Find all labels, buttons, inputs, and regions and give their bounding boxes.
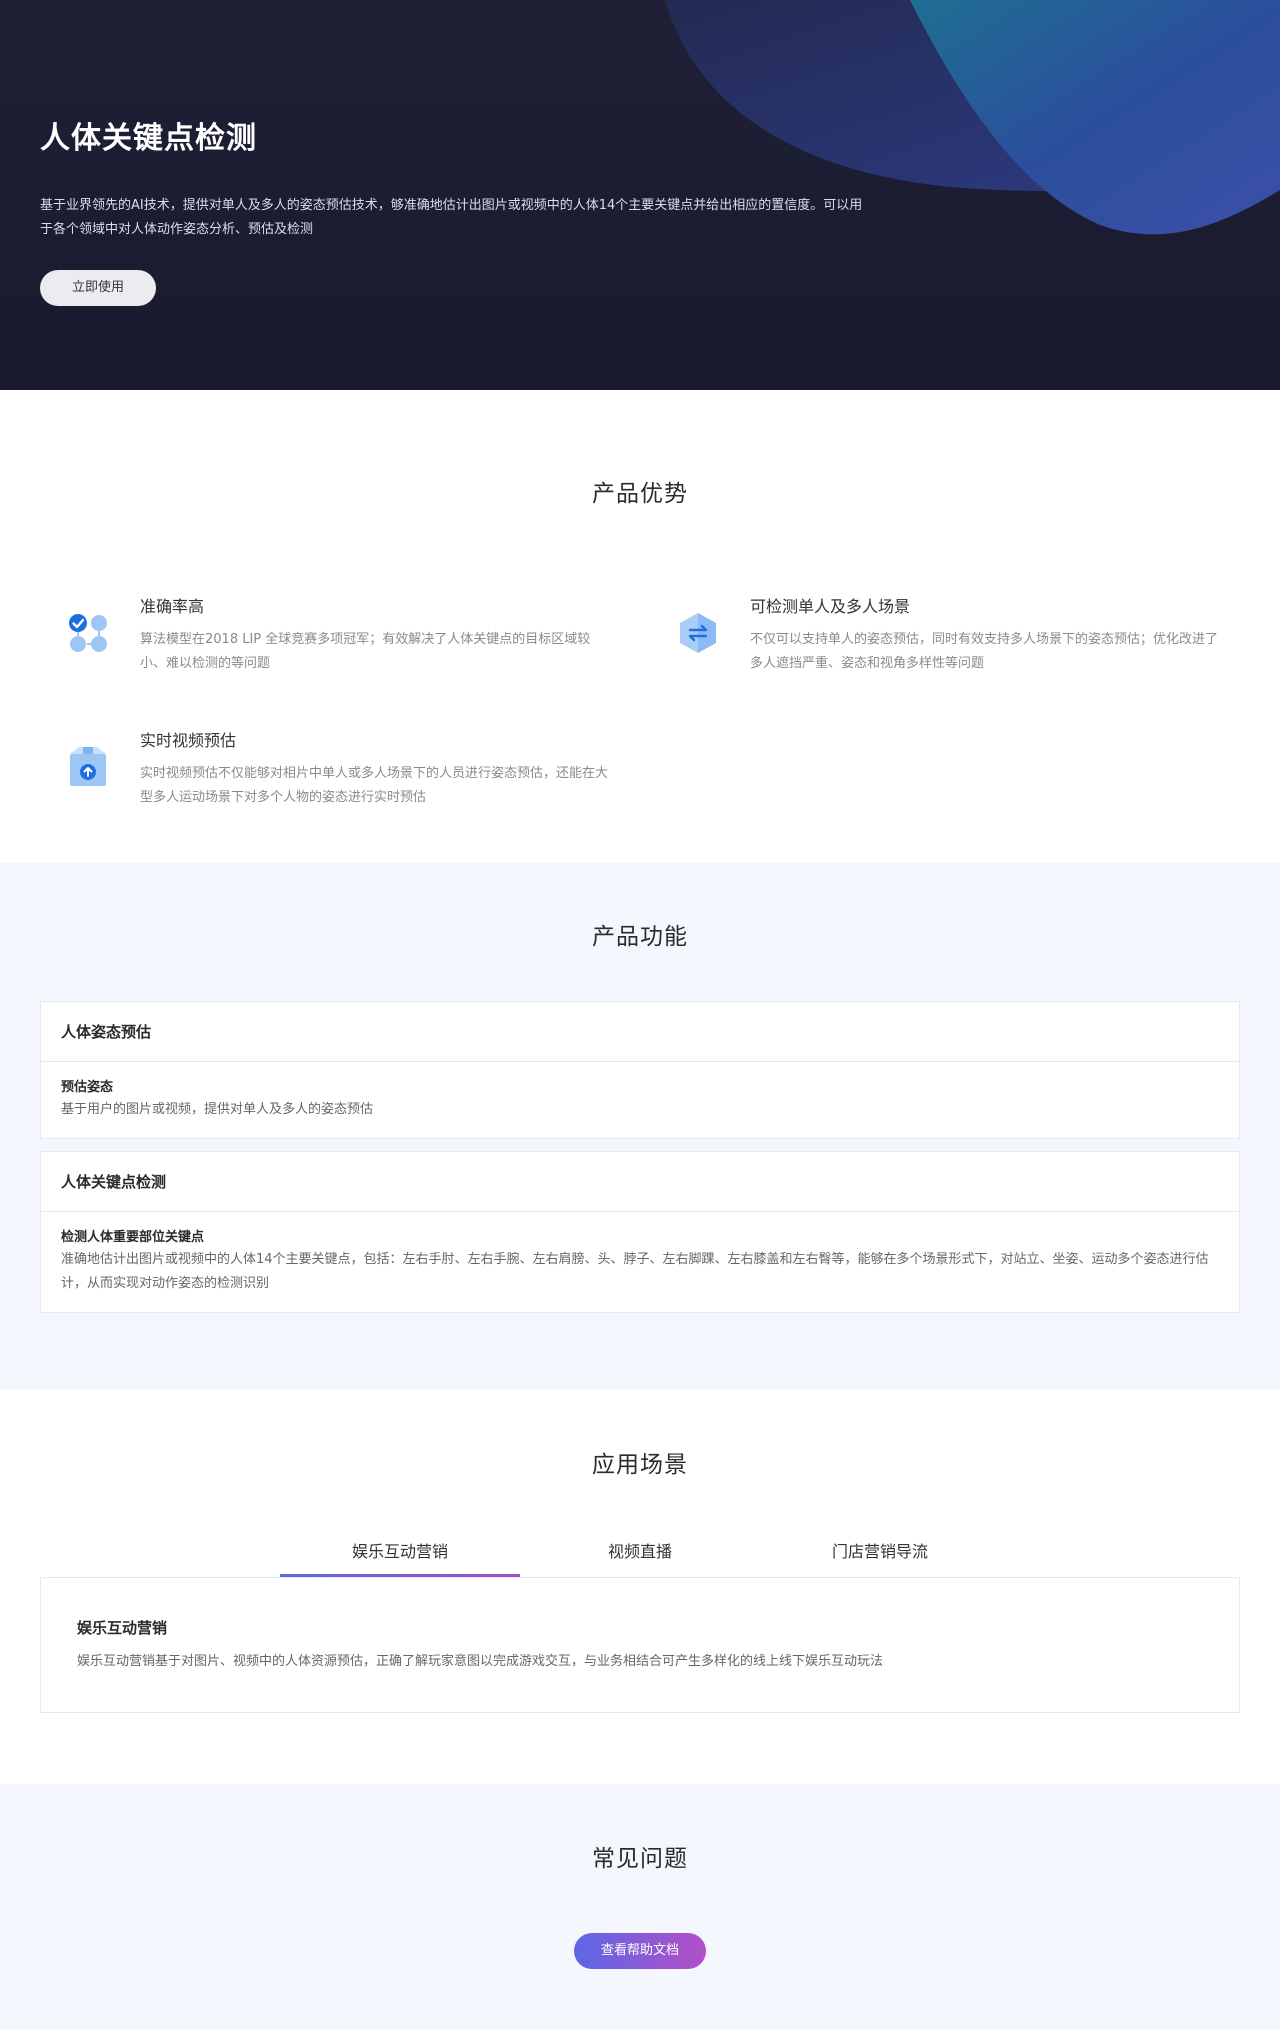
advantage-item: 可检测单人及多人场景 不仅可以支持单人的姿态预估，同时有效支持多人场景下的姿态预… [650, 596, 1218, 676]
advantage-item: 实时视频预估 实时视频预估不仅能够对相片中单人或多人场景下的人员进行姿态预估，还… [40, 730, 608, 810]
scenario-description: 娱乐互动营销基于对图片、视频中的人体资源预估，正确了解玩家意图以完成游戏交互，与… [77, 1654, 884, 1669]
scenario-title: 娱乐互动营销 [77, 1619, 168, 1637]
advantage-description: 算法模型在2018 LIP 全球竞赛多项冠军；有效解决了人体关键点的目标区域较小… [140, 632, 591, 671]
functions-title: 产品功能 [592, 924, 688, 950]
active-tab-indicator [280, 1574, 520, 1577]
switch-icon [680, 613, 716, 653]
hero-content: 人体关键点检测 基于业界领先的AI技术，提供对单人及多人的姿态预估技术，够准确地… [40, 118, 870, 306]
function-subtitle: 检测人体重要部位关键点 [61, 1230, 205, 1245]
faq-title: 常见问题 [592, 1846, 688, 1872]
advantage-text: 可检测单人及多人场景 不仅可以支持单人的姿态预估，同时有效支持多人场景下的姿态预… [750, 596, 1220, 676]
function-text: 准确地估计出图片或视频中的人体14个主要关键点，包括：左右手肘、左右手腕、左右肩… [61, 1252, 1209, 1291]
accuracy-icon [69, 614, 107, 652]
scenarios-title: 应用场景 [592, 1452, 688, 1478]
scenario-tabs: 娱乐互动营销 视频直播 门店营销导流 [280, 1537, 1000, 1577]
function-text: 基于用户的图片或视频，提供对单人及多人的姿态预估 [61, 1102, 374, 1117]
functions-section: 产品功能 人体姿态预估 预估姿态 基于用户的图片或视频，提供对单人及多人的姿态预… [0, 863, 1280, 1389]
tab-video-live[interactable]: 视频直播 [520, 1537, 760, 1577]
function-card-title: 人体姿态预估 [41, 1002, 1239, 1062]
advantage-title: 可检测单人及多人场景 [750, 597, 911, 616]
advantages-title: 产品优势 [592, 481, 688, 507]
advantages-section: 产品优势 准确率高 算法模型在2018 LIP 全球竞赛多项冠军；有效解决了人体… [0, 390, 1280, 863]
function-card: 人体关键点检测 检测人体重要部位关键点 准确地估计出图片或视频中的人体14个主要… [40, 1151, 1240, 1313]
function-subtitle: 预估姿态 [61, 1080, 114, 1095]
advantage-description: 不仅可以支持单人的姿态预估，同时有效支持多人场景下的姿态预估；优化改进了多人遮挡… [750, 632, 1219, 671]
function-list: 人体姿态预估 预估姿态 基于用户的图片或视频，提供对单人及多人的姿态预估 人体关… [40, 1001, 1240, 1313]
hero-banner: 人体关键点检测 基于业界领先的AI技术，提供对单人及多人的姿态预估技术，够准确地… [0, 0, 1280, 390]
tab-entertainment-marketing[interactable]: 娱乐互动营销 [280, 1537, 520, 1577]
use-now-button[interactable]: 立即使用 [40, 270, 156, 306]
advantages-grid: 准确率高 算法模型在2018 LIP 全球竞赛多项冠军；有效解决了人体关键点的目… [40, 508, 1240, 808]
faq-section: 常见问题 查看帮助文档 [0, 1784, 1280, 2029]
upload-box-icon [70, 747, 106, 786]
function-card-title: 人体关键点检测 [41, 1152, 1239, 1212]
advantage-text: 实时视频预估 实时视频预估不仅能够对相片中单人或多人场景下的人员进行姿态预估，还… [140, 730, 610, 810]
advantage-item: 准确率高 算法模型在2018 LIP 全球竞赛多项冠军；有效解决了人体关键点的目… [40, 596, 600, 676]
function-card-body: 预估姿态 基于用户的图片或视频，提供对单人及多人的姿态预估 [41, 1062, 1239, 1138]
view-help-docs-button[interactable]: 查看帮助文档 [574, 1933, 706, 1969]
advantage-text: 准确率高 算法模型在2018 LIP 全球竞赛多项冠军；有效解决了人体关键点的目… [140, 596, 610, 676]
hero-description: 基于业界领先的AI技术，提供对单人及多人的姿态预估技术，够准确地估计出图片或视频… [40, 198, 863, 237]
advantage-description: 实时视频预估不仅能够对相片中单人或多人场景下的人员进行姿态预估，还能在大型多人运… [140, 766, 609, 805]
advantage-title: 实时视频预估 [140, 731, 237, 750]
page-title: 人体关键点检测 [40, 121, 257, 156]
advantage-title: 准确率高 [140, 597, 205, 616]
function-card: 人体姿态预估 预估姿态 基于用户的图片或视频，提供对单人及多人的姿态预估 [40, 1001, 1240, 1139]
function-card-body: 检测人体重要部位关键点 准确地估计出图片或视频中的人体14个主要关键点，包括：左… [41, 1212, 1239, 1312]
scenario-content-card: 娱乐互动营销 娱乐互动营销基于对图片、视频中的人体资源预估，正确了解玩家意图以完… [40, 1577, 1240, 1713]
tab-store-marketing[interactable]: 门店营销导流 [760, 1537, 1000, 1577]
scenarios-section: 应用场景 娱乐互动营销 视频直播 门店营销导流 娱乐互动营销 娱乐互动营销基于对… [0, 1389, 1280, 1784]
